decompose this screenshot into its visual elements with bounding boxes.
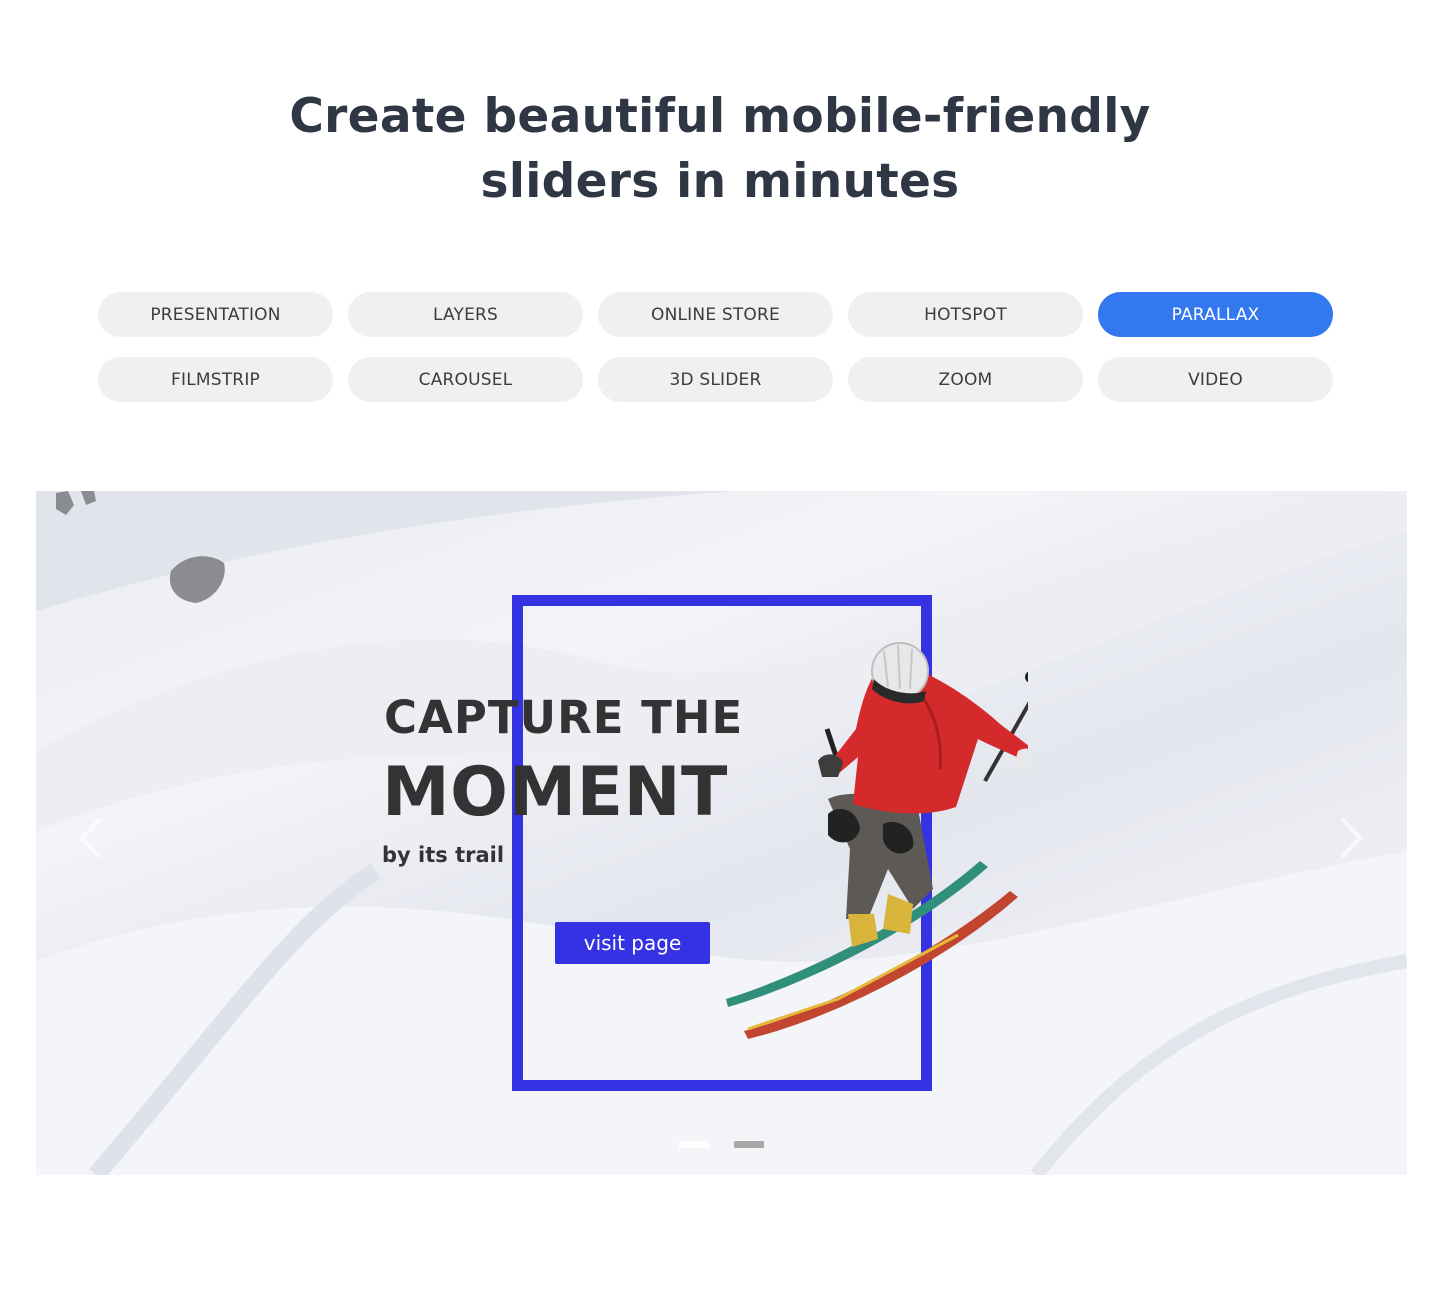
chevron-right-icon (1340, 817, 1363, 859)
prev-slide-button[interactable] (72, 813, 112, 863)
slide-dot-2[interactable] (734, 1141, 764, 1148)
tab-3d-slider[interactable]: 3D SLIDER (598, 357, 833, 402)
chevron-left-icon (79, 817, 102, 859)
headline-line-1: Create beautiful mobile-friendly (289, 89, 1151, 144)
tab-zoom[interactable]: ZOOM (848, 357, 1083, 402)
next-slide-button[interactable] (1330, 813, 1370, 863)
tab-filmstrip[interactable]: FILMSTRIP (98, 357, 333, 402)
tab-online-store[interactable]: ONLINE STORE (598, 292, 833, 337)
slide-dot-1[interactable] (679, 1141, 709, 1148)
slide-subtitle: by its trail (382, 843, 505, 867)
tab-hotspot[interactable]: HOTSPOT (848, 292, 1083, 337)
slide-pagination (679, 1141, 764, 1148)
tab-layers[interactable]: LAYERS (348, 292, 583, 337)
tab-presentation[interactable]: PRESENTATION (98, 292, 333, 337)
page-headline: Create beautiful mobile-friendly sliders… (0, 84, 1440, 214)
tab-video[interactable]: VIDEO (1098, 357, 1333, 402)
slider-demo: CAPTURE THE MOMENT by its trail visit pa… (36, 491, 1407, 1175)
headline-line-2: sliders in minutes (480, 154, 960, 209)
tab-carousel[interactable]: CAROUSEL (348, 357, 583, 402)
tab-parallax[interactable]: PARALLAX (1098, 292, 1333, 337)
skier-image (726, 642, 1028, 1039)
visit-page-button[interactable]: visit page (555, 922, 710, 964)
slide-title-line-2: MOMENT (382, 753, 728, 832)
slider-type-tabs: PRESENTATION LAYERS ONLINE STORE HOTSPOT… (98, 292, 1334, 402)
